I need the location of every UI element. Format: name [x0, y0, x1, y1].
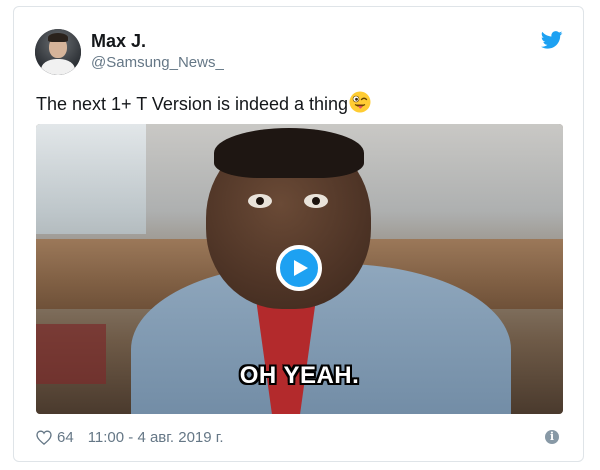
gif-caption: OH YEAH. [239, 362, 360, 389]
like-button[interactable]: 64 [36, 429, 74, 446]
avatar[interactable] [35, 29, 81, 75]
tweet-text: The next 1+ T Version is indeed a thing [36, 91, 371, 115]
play-icon [294, 260, 308, 276]
tweet-card: Max J. @Samsung_News_ The next 1+ T Vers… [13, 6, 584, 462]
tweet-footer: 64 11:00 - 4 авг. 2019 г. [36, 429, 224, 446]
author-name[interactable]: Max J. [91, 31, 146, 52]
tweet-text-content: The next 1+ T Version is indeed a thing [36, 94, 349, 114]
twitter-bird-icon[interactable] [541, 31, 563, 49]
author-handle[interactable]: @Samsung_News_ [91, 54, 224, 71]
heart-outline-icon [36, 430, 52, 445]
like-count: 64 [57, 429, 74, 446]
play-button[interactable] [276, 245, 322, 291]
winking-face-with-tongue-emoji [349, 91, 371, 113]
tweet-timestamp[interactable]: 11:00 - 4 авг. 2019 г. [88, 429, 224, 446]
media-gif[interactable]: OH YEAH. [36, 124, 563, 414]
info-icon[interactable]: i [545, 430, 559, 444]
